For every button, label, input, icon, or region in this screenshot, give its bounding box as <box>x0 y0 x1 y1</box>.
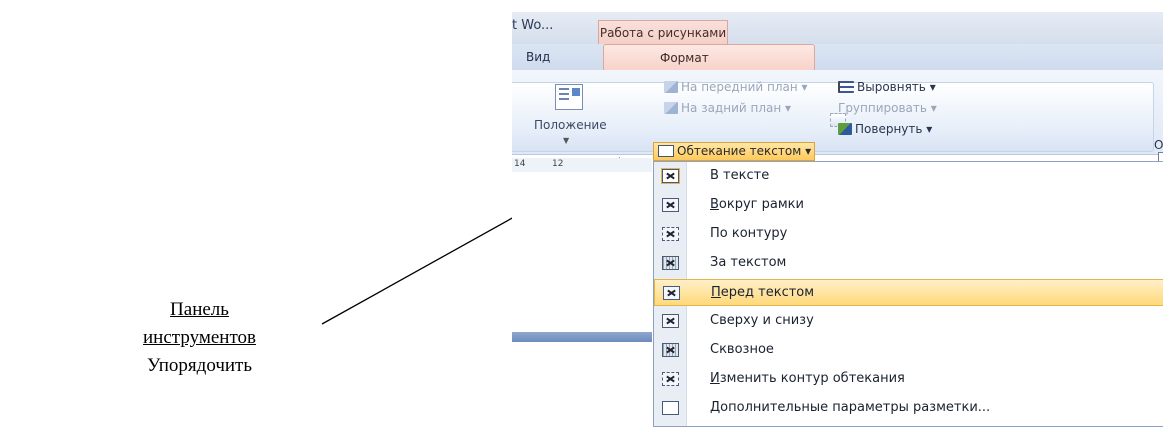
annotation-subtitle: Упорядочить <box>146 355 253 376</box>
menu-item-tight[interactable]: По контуру <box>654 221 1163 248</box>
menu-item-more-layout-options[interactable]: Дополнительные параметры разметки... <box>654 395 1163 422</box>
wrap-through-icon <box>662 343 679 357</box>
position-icon <box>555 84 583 110</box>
menu-item-label: Сверху и снизу <box>710 313 814 328</box>
menu-item-top-and-bottom[interactable]: Сверху и снизу <box>654 308 1163 335</box>
wrap-square-icon <box>662 198 679 212</box>
align-label: Выровнять <box>857 80 926 94</box>
menu-item-label: Изменить контур обтекания <box>710 371 905 386</box>
wrap-tight-icon <box>662 227 679 241</box>
group-button[interactable]: Группировать ▾ <box>830 101 937 127</box>
rotate-label: Повернуть <box>855 122 923 136</box>
wrap-topbottom-icon <box>662 314 679 328</box>
tab-format[interactable]: Формат <box>603 44 815 71</box>
send-to-back-button[interactable]: На задний план ▾ <box>664 101 791 115</box>
ribbon-tabs: Вид Формат <box>512 44 1163 71</box>
layout-options-icon <box>662 401 679 415</box>
annotation-title: Панель инструментов <box>143 299 256 348</box>
group-label: Группировать <box>838 101 927 115</box>
rotate-icon <box>838 123 852 135</box>
rotate-button[interactable]: Повернуть ▾ <box>838 122 932 136</box>
bring-front-icon <box>664 81 678 93</box>
send-back-label: На задний план <box>681 101 782 115</box>
document-title-fragment: t Wo... <box>512 18 554 33</box>
ruler-tick: 14 <box>514 159 526 169</box>
ribbon-arrange-group: Положение ▼ На передний план ▾ На задний… <box>512 70 1163 170</box>
menu-item-in-front-of-text[interactable]: Перед текстом <box>654 279 1163 306</box>
tab-picture-tools[interactable]: Работа с рисунками <box>598 20 728 44</box>
horizontal-ruler: 14 12 <box>512 158 652 172</box>
menu-item-behind-text[interactable]: За текстом <box>654 250 1163 277</box>
menu-item-square[interactable]: Вокруг рамки <box>654 192 1163 219</box>
wrap-behind-icon <box>662 256 679 270</box>
document-area <box>512 172 652 322</box>
edit-wrap-points-icon <box>662 372 679 386</box>
position-button[interactable]: Положение ▼ <box>534 84 607 146</box>
menu-item-label: За текстом <box>710 255 787 270</box>
send-back-icon <box>664 102 678 114</box>
align-button[interactable]: Выровнять ▾ <box>838 80 936 94</box>
bring-to-front-button[interactable]: На передний план ▾ <box>664 80 808 94</box>
menu-item-in-line[interactable]: В тексте <box>654 163 1163 190</box>
ruler-tick: 12 <box>552 159 564 169</box>
text-wrapping-menu: В тексте Вокруг рамки По контуру За текс… <box>653 161 1163 427</box>
menu-item-edit-wrap-points[interactable]: Изменить контур обтекания <box>654 366 1163 393</box>
chevron-down-icon: ▼ <box>563 136 570 145</box>
wrap-front-icon <box>663 286 680 300</box>
cut-off-label: О <box>1154 138 1163 152</box>
tab-format-label: Формат <box>660 51 709 65</box>
text-wrapping-label: Обтекание текстом <box>677 144 802 158</box>
menu-item-label: Вокруг рамки <box>710 197 804 212</box>
position-label: Положение <box>534 118 607 132</box>
menu-item-label: Сквозное <box>710 342 774 357</box>
document-blue-band <box>512 332 652 342</box>
tab-view[interactable]: Вид <box>526 50 550 64</box>
menu-item-label: По контуру <box>710 226 788 241</box>
menu-item-through[interactable]: Сквозное <box>654 337 1163 364</box>
menu-item-label: Дополнительные параметры разметки... <box>710 400 991 415</box>
word-screenshot: t Wo... Работа с рисунками Вид Формат По… <box>512 12 1163 427</box>
align-icon <box>838 81 854 93</box>
menu-item-label: В тексте <box>710 168 770 183</box>
wrap-inline-icon <box>661 168 680 184</box>
text-wrapping-icon <box>658 145 674 157</box>
menu-item-label: Перед текстом <box>711 285 815 300</box>
bring-front-label: На передний план <box>681 80 798 94</box>
text-wrapping-button[interactable]: Обтекание текстом ▾ <box>653 142 815 161</box>
title-bar: t Wo... Работа с рисунками <box>512 12 1163 44</box>
annotation-caption: Панель инструментов Упорядочить <box>117 296 282 380</box>
